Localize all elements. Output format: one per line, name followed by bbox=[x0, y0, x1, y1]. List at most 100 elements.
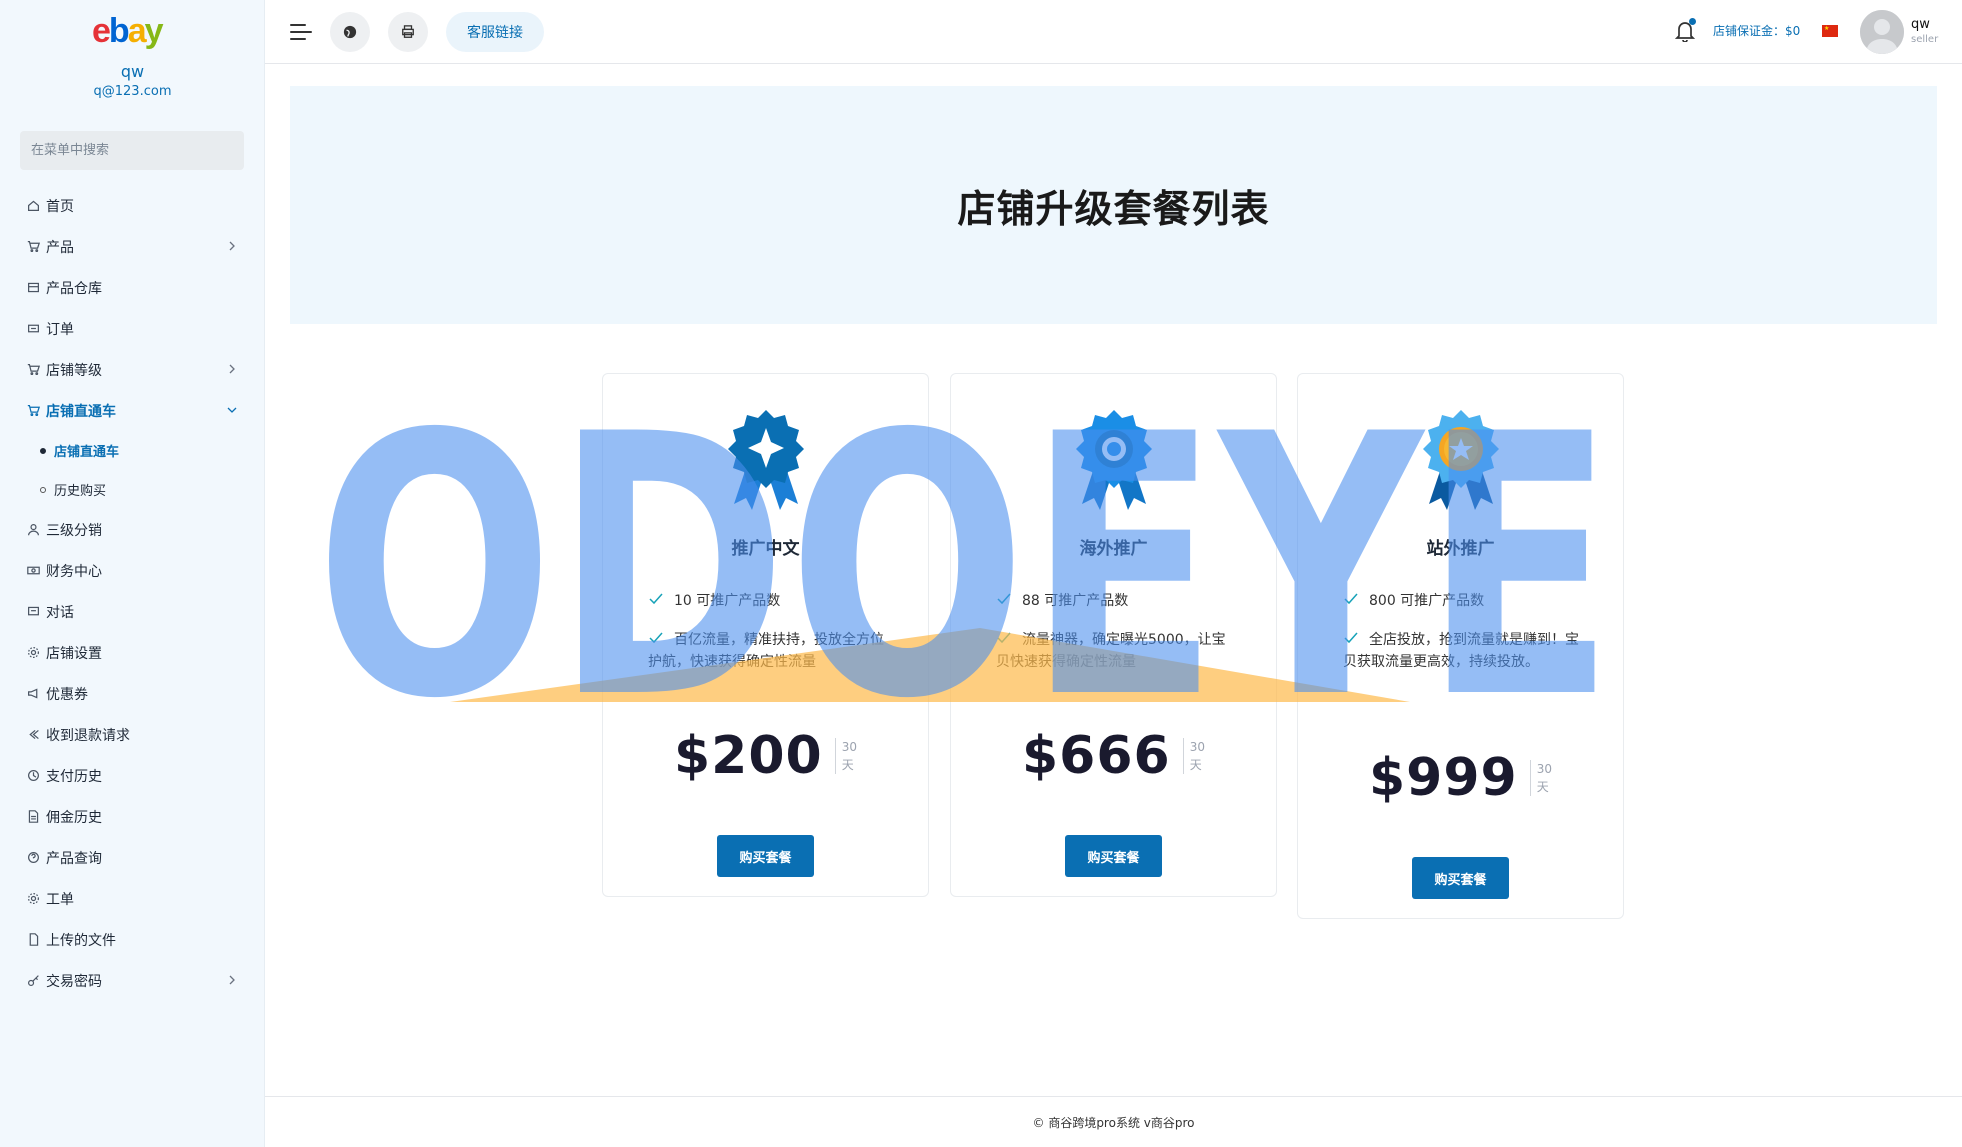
money-icon bbox=[27, 564, 40, 577]
sidebar-item-store-promo[interactable]: 店铺直通车 bbox=[0, 390, 265, 431]
chevron-right-icon bbox=[229, 975, 235, 985]
check-icon bbox=[1344, 593, 1358, 605]
check-icon bbox=[1344, 632, 1358, 644]
sidebar-menu: 首页 产品 产品仓库 订单 店铺等级 店铺直通车 店铺直通车 历史购买 三级分销… bbox=[0, 185, 265, 1001]
buy-plan-button[interactable]: 购买套餐 bbox=[717, 835, 814, 877]
plan-period: 30 天 bbox=[1529, 760, 1552, 796]
bullet-icon bbox=[40, 447, 46, 454]
sidebar-item-finance[interactable]: 财务中心 bbox=[0, 550, 265, 591]
chevron-right-icon bbox=[229, 241, 235, 251]
cart-icon bbox=[27, 404, 40, 417]
user-icon bbox=[27, 523, 40, 536]
plan-price: $999 bbox=[1368, 748, 1518, 808]
buy-plan-button[interactable]: 购买套餐 bbox=[1065, 835, 1162, 877]
ebay-logo[interactable]: ebay bbox=[92, 12, 172, 50]
sidebar-item-label: 工单 bbox=[46, 891, 74, 908]
sidebar-item-label: 店铺等级 bbox=[46, 362, 102, 379]
header-user-name: qw bbox=[1911, 17, 1930, 32]
bullet-icon bbox=[40, 486, 46, 493]
sidebar: ebay qw q@123.com 首页 产品 产品仓库 订单 店铺等级 bbox=[0, 0, 265, 1147]
check-icon bbox=[649, 632, 663, 644]
sidebar-item-label: 店铺直通车 bbox=[46, 403, 116, 420]
print-button[interactable] bbox=[388, 12, 428, 52]
chevron-right-icon bbox=[229, 364, 235, 374]
sidebar-item-distribution[interactable]: 三级分销 bbox=[0, 509, 265, 550]
cart-icon bbox=[27, 240, 40, 253]
avatar[interactable] bbox=[1860, 10, 1904, 54]
plan-card: 海外推广 88 可推广产品数 流量神器，确定曝光5000，让宝贝快速获得确定性流… bbox=[950, 373, 1277, 897]
sidebar-item-product-query[interactable]: 产品查询 bbox=[0, 837, 265, 878]
file-icon bbox=[27, 933, 40, 946]
diamond-medal-icon bbox=[728, 410, 804, 510]
sidebar-subitem-label: 店铺直通车 bbox=[54, 445, 120, 460]
sidebar-item-label: 产品查询 bbox=[46, 850, 102, 867]
sidebar-item-store-level[interactable]: 店铺等级 bbox=[0, 349, 265, 390]
svg-text:ebay: ebay bbox=[92, 12, 164, 50]
check-icon bbox=[997, 632, 1011, 644]
top-header: 客服链接 店铺保证金：$0 ★ qw seller bbox=[265, 0, 1962, 64]
plan-card: 站外推广 800 可推广产品数 全店投放，抢到流量就是赚到！宝贝获取流量更高效，… bbox=[1297, 373, 1624, 919]
sidebar-item-label: 财务中心 bbox=[46, 563, 102, 580]
sidebar-item-uploaded-files[interactable]: 上传的文件 bbox=[0, 919, 265, 960]
sidebar-item-label: 收到退款请求 bbox=[46, 727, 130, 744]
sidebar-item-chat[interactable]: 对话 bbox=[0, 591, 265, 632]
sidebar-item-label: 店铺设置 bbox=[46, 645, 102, 662]
menu-toggle-icon[interactable] bbox=[289, 22, 313, 42]
printer-icon bbox=[402, 25, 414, 38]
sidebar-item-orders[interactable]: 订单 bbox=[0, 308, 265, 349]
sidebar-item-warehouse[interactable]: 产品仓库 bbox=[0, 267, 265, 308]
sidebar-item-label: 订单 bbox=[46, 321, 74, 338]
plan-name: 海外推广 bbox=[1079, 539, 1148, 559]
sidebar-item-label: 三级分销 bbox=[46, 522, 102, 539]
megaphone-icon bbox=[27, 687, 40, 700]
home-icon bbox=[27, 199, 40, 212]
header-user-role: seller bbox=[1911, 34, 1939, 45]
plan-price: $666 bbox=[1021, 726, 1171, 786]
sidebar-item-store-settings[interactable]: 店铺设置 bbox=[0, 632, 265, 673]
sidebar-subitem-store-promo[interactable]: 店铺直通车 bbox=[0, 431, 265, 470]
sidebar-item-home[interactable]: 首页 bbox=[0, 185, 265, 226]
plan-price-group: $200 30 天 bbox=[603, 726, 928, 786]
sidebar-item-label: 支付历史 bbox=[46, 768, 102, 785]
gear-icon bbox=[27, 646, 40, 659]
sidebar-item-commission-history[interactable]: 佣金历史 bbox=[0, 796, 265, 837]
chevron-down-icon bbox=[227, 407, 237, 413]
language-button[interactable] bbox=[330, 12, 370, 52]
help-icon bbox=[27, 851, 40, 864]
sidebar-item-refunds[interactable]: 收到退款请求 bbox=[0, 714, 265, 755]
plan-price-group: $666 30 天 bbox=[951, 726, 1276, 786]
sidebar-subitem-purchase-history[interactable]: 历史购买 bbox=[0, 470, 265, 509]
key-icon bbox=[27, 974, 40, 987]
sidebar-subitem-label: 历史购买 bbox=[54, 484, 107, 499]
sidebar-item-label: 对话 bbox=[46, 604, 74, 621]
check-icon bbox=[649, 593, 663, 605]
plan-card: 推广中文 10 可推广产品数 百亿流量，精准扶持，投放全方位护航，快速获得确定性… bbox=[602, 373, 929, 897]
plan-feature: 全店投放，抢到流量就是赚到！宝贝获取流量更高效，持续投放。 bbox=[1343, 632, 1579, 670]
store-deposit[interactable]: 店铺保证金：$0 bbox=[1713, 22, 1800, 39]
sidebar-item-label: 产品仓库 bbox=[46, 280, 102, 297]
plan-period: 30 天 bbox=[1182, 738, 1205, 774]
page-banner: 店铺升级套餐列表 bbox=[290, 86, 1937, 324]
plan-name: 推广中文 bbox=[731, 539, 800, 559]
sidebar-item-products[interactable]: 产品 bbox=[0, 226, 265, 267]
sidebar-item-trade-password[interactable]: 交易密码 bbox=[0, 960, 265, 1001]
document-icon bbox=[27, 810, 40, 823]
refund-icon bbox=[27, 728, 40, 741]
menu-search-input[interactable] bbox=[20, 131, 244, 170]
customer-service-link[interactable]: 客服链接 bbox=[446, 12, 544, 52]
plan-feature: 88 可推广产品数 bbox=[996, 590, 1236, 612]
buy-plan-button[interactable]: 购买套餐 bbox=[1412, 857, 1509, 899]
globe-icon bbox=[343, 25, 357, 39]
sidebar-item-label: 佣金历史 bbox=[46, 809, 102, 826]
sidebar-item-payment-history[interactable]: 支付历史 bbox=[0, 755, 265, 796]
check-icon bbox=[997, 593, 1011, 605]
cart-icon bbox=[27, 363, 40, 376]
plan-feature: 10 可推广产品数 bbox=[648, 590, 888, 612]
china-flag-icon[interactable]: ★ bbox=[1822, 25, 1838, 37]
sidebar-item-tickets[interactable]: 工单 bbox=[0, 878, 265, 919]
user-avatar-icon bbox=[1860, 10, 1904, 54]
order-icon bbox=[27, 322, 40, 335]
sidebar-item-coupons[interactable]: 优惠券 bbox=[0, 673, 265, 714]
plan-price: $200 bbox=[673, 726, 823, 786]
star-medal-icon bbox=[1423, 410, 1499, 510]
